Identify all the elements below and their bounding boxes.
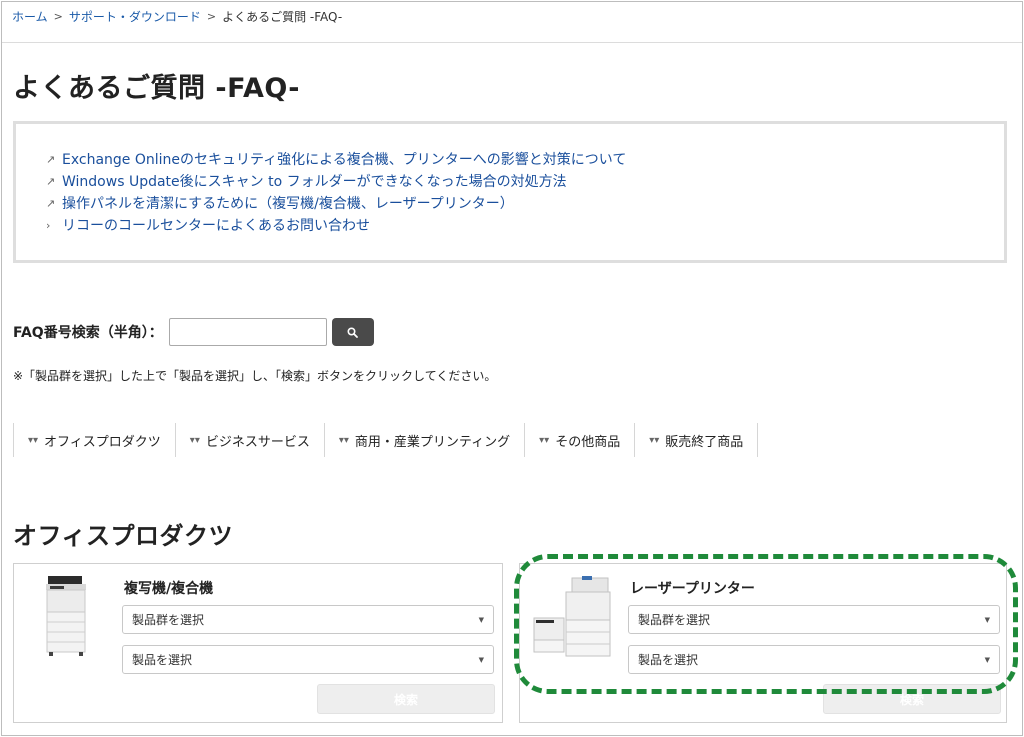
faq-search-button[interactable] [331, 318, 374, 346]
page-title: よくあるご質問 -FAQ- [13, 73, 301, 104]
category-label: その他商品 [555, 434, 621, 450]
category-label: 販売終了商品 [665, 434, 744, 450]
product-select[interactable]: 製品を選択 ▼ [628, 645, 1000, 674]
category-nav: ▾▾ オフィスプロダクツ ▾▾ ビジネスサービス ▾▾ 商用・産業プリンティング ▾▾… [13, 423, 759, 457]
breadcrumb-current: よくあるご質問 -FAQ- [222, 10, 343, 24]
product-select[interactable]: 製品を選択 ▼ [122, 645, 494, 674]
breadcrumb-home-link[interactable]: ホーム [12, 8, 48, 25]
product-card-laser-printer: レーザープリンター 製品群を選択 ▼ 製品を選択 ▼ 検索 [519, 563, 1007, 723]
notice-item: ↗ Windows Update後にスキャン to フォルダーができなくなった場… [46, 170, 626, 192]
select-value: 製品群を選択 [638, 613, 711, 627]
copier-product-image [46, 576, 86, 656]
notice-link[interactable]: 操作パネルを清潔にするために（複写機/複合機、レーザープリンター） [62, 193, 514, 213]
dropdown-arrow-icon: ▼ [984, 615, 990, 624]
external-link-icon: ↗ [46, 196, 56, 210]
category-tab-business-services[interactable]: ▾▾ ビジネスサービス [176, 423, 325, 457]
faq-search-label: FAQ番号検索（半角）： [13, 325, 163, 341]
product-card-copier: 複写機/複合機 製品群を選択 ▼ 製品を選択 ▼ 検索 [13, 563, 503, 723]
faq-number-search: FAQ番号検索（半角）： [13, 318, 374, 346]
notice-item: ↗ Exchange Onlineのセキュリティ強化による複合機、プリンターへの… [46, 148, 626, 170]
product-group-select[interactable]: 製品群を選択 ▼ [122, 605, 494, 634]
notice-link[interactable]: リコーのコールセンターによくあるお問い合わせ [62, 215, 370, 235]
breadcrumb: ホーム > サポート・ダウンロード > よくあるご質問 -FAQ- [12, 8, 342, 25]
double-chevron-down-icon: ▾▾ [649, 434, 660, 446]
laser-printer-product-image [533, 576, 611, 657]
category-tab-discontinued[interactable]: ▾▾ 販売終了商品 [635, 423, 759, 457]
notice-link[interactable]: Exchange Onlineのセキュリティ強化による複合機、プリンターへの影響… [62, 149, 626, 169]
category-label: ビジネスサービス [205, 434, 310, 450]
search-instruction-note: ※「製品群を選択」した上で「製品を選択」し、「検索」ボタンをクリックしてください… [13, 369, 497, 383]
category-tab-other-products[interactable]: ▾▾ その他商品 [525, 423, 636, 457]
breadcrumb-support-link[interactable]: サポート・ダウンロード [69, 8, 201, 25]
card-title: 複写機/複合機 [124, 581, 214, 597]
product-group-select[interactable]: 製品群を選択 ▼ [628, 605, 1000, 634]
double-chevron-down-icon: ▾▾ [189, 434, 200, 446]
category-tab-office-products[interactable]: ▾▾ オフィスプロダクツ [14, 423, 176, 457]
search-button[interactable]: 検索 [317, 684, 495, 714]
notice-item: › リコーのコールセンターによくあるお問い合わせ [46, 214, 626, 236]
double-chevron-down-icon: ▾▾ [539, 434, 550, 446]
card-title: レーザープリンター [630, 581, 755, 597]
dropdown-arrow-icon: ▼ [984, 655, 990, 664]
double-chevron-down-icon: ▾▾ [28, 434, 39, 446]
external-link-icon: ↗ [46, 174, 56, 188]
notice-box: ↗ Exchange Onlineのセキュリティ強化による複合機、プリンターへの… [13, 121, 1007, 263]
breadcrumb-separator: > [53, 10, 63, 23]
external-link-icon: ↗ [46, 152, 56, 166]
notice-link[interactable]: Windows Update後にスキャン to フォルダーができなくなった場合の… [62, 171, 567, 191]
breadcrumb-separator: > [206, 10, 217, 23]
notice-item: ↗ 操作パネルを清潔にするために（複写機/複合機、レーザープリンター） [46, 192, 626, 214]
section-title: オフィスプロダクツ [13, 522, 234, 550]
select-value: 製品群を選択 [132, 613, 205, 627]
category-label: 商用・産業プリンティング [354, 434, 511, 450]
category-tab-commercial-printing[interactable]: ▾▾ 商用・産業プリンティング [325, 423, 526, 457]
search-icon [347, 326, 359, 338]
category-label: オフィスプロダクツ [44, 434, 161, 450]
dropdown-arrow-icon: ▼ [478, 615, 484, 624]
breadcrumb-divider [2, 42, 1022, 43]
double-chevron-down-icon: ▾▾ [338, 434, 349, 446]
select-value: 製品を選択 [638, 653, 699, 667]
dropdown-arrow-icon: ▼ [478, 655, 484, 664]
search-button[interactable]: 検索 [823, 684, 1001, 714]
chevron-right-icon: › [46, 218, 51, 232]
faq-number-input[interactable] [168, 318, 327, 346]
select-value: 製品を選択 [132, 653, 193, 667]
